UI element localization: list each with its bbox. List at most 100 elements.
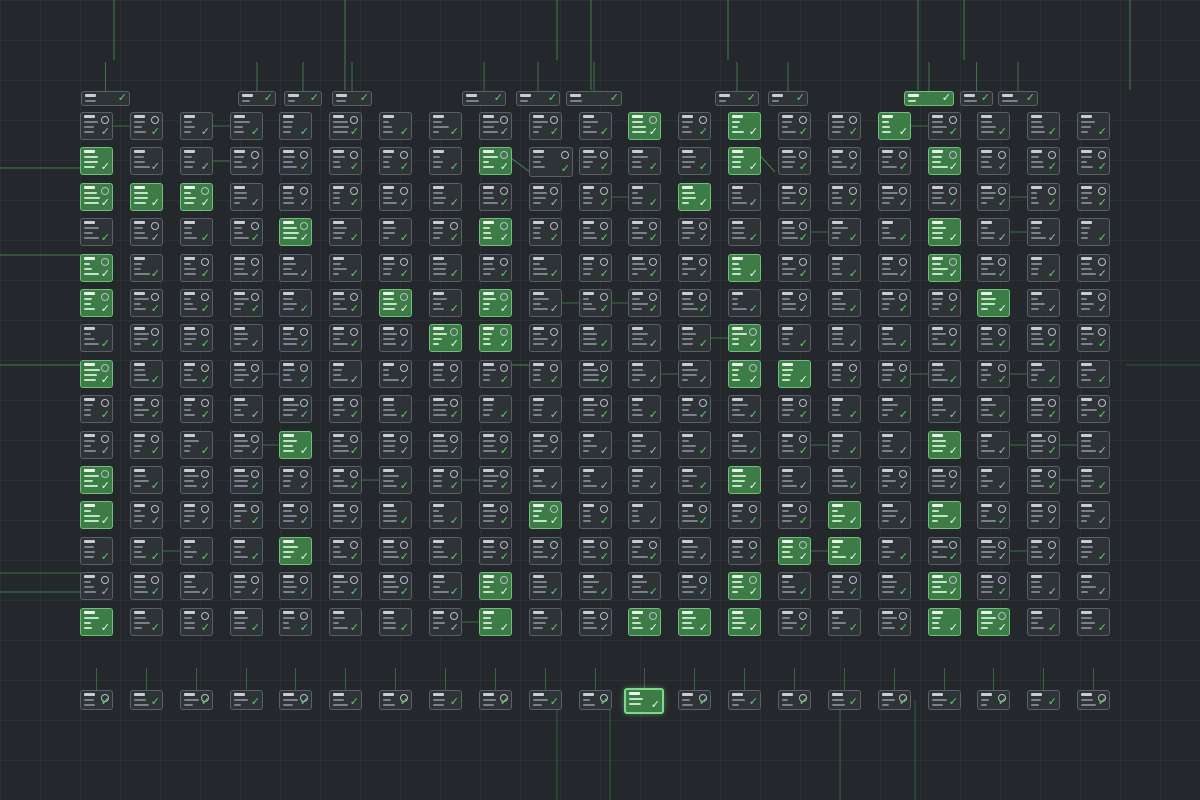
- workflow-node[interactable]: ✓: [379, 360, 412, 388]
- workflow-node[interactable]: ✓: [479, 431, 512, 459]
- workflow-node[interactable]: ✓: [279, 431, 312, 459]
- workflow-node[interactable]: ✓: [878, 572, 911, 600]
- workflow-node[interactable]: ✓: [529, 431, 562, 459]
- workflow-node[interactable]: ✓: [878, 183, 911, 211]
- workflow-node[interactable]: ✓: [828, 183, 861, 211]
- hub-node[interactable]: ✓: [624, 688, 664, 714]
- workflow-node[interactable]: ✓: [828, 466, 861, 494]
- workflow-node[interactable]: ✓: [778, 112, 811, 140]
- workflow-node[interactable]: ✓: [1077, 395, 1110, 423]
- workflow-node[interactable]: ✓: [828, 360, 861, 388]
- workflow-node[interactable]: ✓: [279, 147, 312, 175]
- workflow-node[interactable]: ✓: [928, 112, 961, 140]
- workflow-node[interactable]: ✓: [928, 501, 961, 529]
- workflow-node[interactable]: ✓: [628, 289, 661, 317]
- workflow-node[interactable]: ✓: [429, 360, 462, 388]
- workflow-node[interactable]: ✓: [1027, 608, 1060, 636]
- workflow-node[interactable]: ✓: [1027, 218, 1060, 246]
- workflow-node[interactable]: ✓: [130, 572, 163, 600]
- workflow-node[interactable]: ✓: [628, 537, 661, 565]
- workflow-node[interactable]: ✓: [878, 501, 911, 529]
- workflow-node[interactable]: ✓: [1027, 431, 1060, 459]
- workflow-node[interactable]: ✓: [778, 608, 811, 636]
- workflow-node[interactable]: ✓: [180, 147, 213, 175]
- workflow-node[interactable]: ✓: [628, 395, 661, 423]
- workflow-node[interactable]: ✓: [579, 183, 612, 211]
- workflow-node[interactable]: ✓: [579, 218, 612, 246]
- workflow-node[interactable]: ✓: [1027, 360, 1060, 388]
- workflow-node[interactable]: ✓: [230, 289, 263, 317]
- workflow-node[interactable]: ✓: [429, 466, 462, 494]
- workflow-node[interactable]: ✓: [977, 183, 1010, 211]
- workflow-node[interactable]: ✓: [429, 183, 462, 211]
- workflow-node[interactable]: ✓: [928, 466, 961, 494]
- workflow-node[interactable]: ✓: [928, 218, 961, 246]
- workflow-node[interactable]: ✓: [80, 183, 113, 211]
- workflow-node[interactable]: ✓: [678, 218, 711, 246]
- workflow-node[interactable]: ✓: [728, 147, 761, 175]
- workflow-node[interactable]: ✓: [1077, 289, 1110, 317]
- workflow-node[interactable]: ✓: [878, 360, 911, 388]
- workflow-node[interactable]: ✓: [928, 289, 961, 317]
- workflow-node[interactable]: ✓: [828, 324, 861, 352]
- workflow-node[interactable]: ✓: [878, 608, 911, 636]
- workflow-node[interactable]: ✓: [628, 360, 661, 388]
- workflow-node[interactable]: ✓: [977, 466, 1010, 494]
- top-node[interactable]: ✓: [462, 91, 506, 106]
- workflow-node[interactable]: ✓: [80, 608, 113, 636]
- workflow-node[interactable]: ✓: [928, 572, 961, 600]
- workflow-node[interactable]: ✓: [828, 431, 861, 459]
- workflow-node[interactable]: ✓: [1027, 466, 1060, 494]
- workflow-node[interactable]: ✓: [977, 537, 1010, 565]
- workflow-node[interactable]: ✓: [279, 537, 312, 565]
- workflow-node[interactable]: ✓: [529, 608, 562, 636]
- workflow-node[interactable]: ✓: [230, 501, 263, 529]
- workflow-node[interactable]: ✓: [529, 501, 562, 529]
- workflow-node[interactable]: ✓: [628, 431, 661, 459]
- bottom-node[interactable]: ✓: [977, 690, 1010, 710]
- workflow-node[interactable]: ✓: [828, 572, 861, 600]
- workflow-node[interactable]: ✓: [728, 289, 761, 317]
- workflow-node[interactable]: ✓: [1077, 466, 1110, 494]
- workflow-node[interactable]: ✓: [379, 395, 412, 423]
- workflow-node[interactable]: ✓: [80, 254, 113, 282]
- workflow-node[interactable]: ✓: [279, 608, 312, 636]
- workflow-node[interactable]: ✓: [230, 395, 263, 423]
- workflow-node[interactable]: ✓: [279, 466, 312, 494]
- workflow-node[interactable]: ✓: [1077, 537, 1110, 565]
- top-node[interactable]: ✓: [960, 91, 993, 106]
- workflow-node[interactable]: ✓: [579, 431, 612, 459]
- workflow-node[interactable]: ✓: [529, 183, 562, 211]
- workflow-node[interactable]: ✓: [329, 608, 362, 636]
- workflow-node[interactable]: ✓: [678, 431, 711, 459]
- workflow-node[interactable]: ✓: [778, 431, 811, 459]
- workflow-node[interactable]: ✓: [579, 501, 612, 529]
- workflow-node[interactable]: ✓: [728, 324, 761, 352]
- workflow-node[interactable]: ✓: [479, 112, 512, 140]
- top-node[interactable]: ✓: [81, 91, 130, 106]
- workflow-node[interactable]: ✓: [977, 431, 1010, 459]
- workflow-node[interactable]: ✓: [479, 218, 512, 246]
- workflow-node[interactable]: ✓: [1077, 572, 1110, 600]
- workflow-node[interactable]: ✓: [628, 218, 661, 246]
- workflow-node[interactable]: ✓: [180, 572, 213, 600]
- workflow-node[interactable]: ✓: [678, 147, 711, 175]
- workflow-node[interactable]: ✓: [479, 608, 512, 636]
- workflow-node[interactable]: ✓: [628, 572, 661, 600]
- workflow-node[interactable]: ✓: [828, 289, 861, 317]
- bottom-node[interactable]: ✓: [828, 690, 861, 710]
- workflow-node[interactable]: ✓: [728, 395, 761, 423]
- workflow-node[interactable]: ✓: [778, 324, 811, 352]
- workflow-node[interactable]: ✓: [529, 112, 562, 140]
- workflow-node[interactable]: ✓: [479, 183, 512, 211]
- workflow-node[interactable]: ✓: [279, 289, 312, 317]
- workflow-node[interactable]: ✓: [728, 183, 761, 211]
- workflow-node[interactable]: ✓: [130, 360, 163, 388]
- workflow-node[interactable]: ✓: [379, 608, 412, 636]
- workflow-node[interactable]: ✓: [878, 218, 911, 246]
- workflow-node[interactable]: ✓: [778, 395, 811, 423]
- bottom-node[interactable]: ✓: [928, 690, 961, 710]
- workflow-node[interactable]: ✓: [579, 289, 612, 317]
- workflow-node[interactable]: ✓: [728, 112, 761, 140]
- workflow-node[interactable]: ✓: [977, 501, 1010, 529]
